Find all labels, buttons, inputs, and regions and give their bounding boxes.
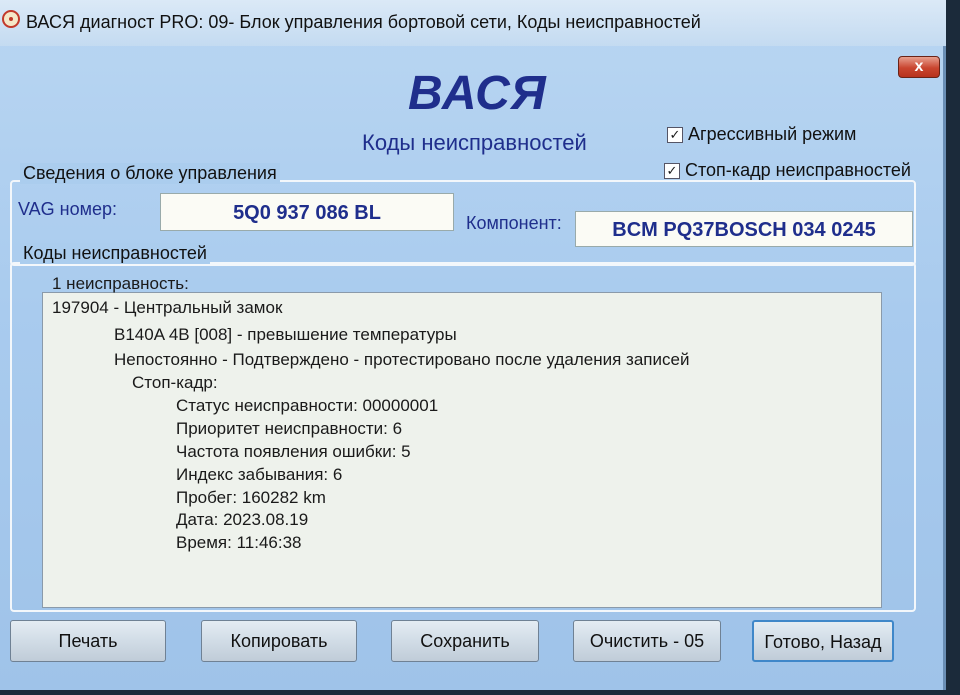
title-bar: ВАСЯ диагност PRO: 09- Блок управления б… [0, 0, 946, 46]
fault-codes-legend: Коды неисправностей [20, 243, 210, 264]
aggressive-mode-label: Агрессивный режим [688, 124, 857, 144]
fault-line-subcode: B140A 4B [008] - превышение температуры [114, 325, 457, 344]
freeze-frame-checkbox[interactable]: ✓ Стоп-кадр неисправностей [664, 160, 911, 181]
print-button[interactable]: Печать [10, 620, 166, 662]
fault-line-frequency: Частота появления ошибки: 5 [176, 442, 411, 461]
fault-line-forget-index: Индекс забывания: 6 [176, 465, 343, 484]
fault-line-code: 197904 - Центральный замок [52, 298, 283, 317]
component-field: BCM PQ37BOSCH 034 0245 [575, 211, 913, 247]
window-title: ВАСЯ диагност PRO: 09- Блок управления б… [26, 12, 701, 32]
copy-button[interactable]: Копировать [201, 620, 357, 662]
control-unit-legend: Сведения о блоке управления [20, 163, 280, 184]
clear-button[interactable]: Очистить - 05 [573, 620, 721, 662]
app-logo: ВАСЯ [408, 67, 547, 120]
close-button[interactable]: x [898, 56, 940, 78]
fault-line-date: Дата: 2023.08.19 [176, 510, 309, 529]
fault-line-status-code: Статус неисправности: 00000001 [176, 396, 439, 415]
fault-line-time: Время: 11:46:38 [176, 533, 302, 552]
save-button[interactable]: Сохранить [391, 620, 539, 662]
fault-line-status: Непостоянно - Подтверждено - протестиров… [114, 350, 690, 369]
vag-number-label: VAG номер: [18, 199, 118, 219]
app-icon [2, 10, 20, 28]
aggressive-mode-checkbox[interactable]: ✓ Агрессивный режим [667, 124, 856, 145]
vag-number-field: 5Q0 937 086 BL [160, 193, 454, 231]
fault-line-mileage: Пробег: 160282 km [176, 488, 326, 507]
dialog-window: ВАСЯ диагност PRO: 09- Блок управления б… [0, 0, 946, 690]
done-back-button[interactable]: Готово, Назад [752, 620, 894, 662]
aggressive-mode-check-icon[interactable]: ✓ [667, 126, 683, 143]
fault-line-count: 1 неисправность: [52, 274, 189, 293]
freeze-frame-check-icon[interactable]: ✓ [664, 162, 680, 179]
fault-line-priority: Приоритет неисправности: 6 [176, 419, 403, 438]
page-subtitle: Коды неисправностей [362, 130, 587, 155]
component-label: Компонент: [466, 213, 562, 233]
fault-line-freeze-frame: Стоп-кадр: [132, 373, 218, 392]
freeze-frame-label: Стоп-кадр неисправностей [685, 160, 911, 180]
